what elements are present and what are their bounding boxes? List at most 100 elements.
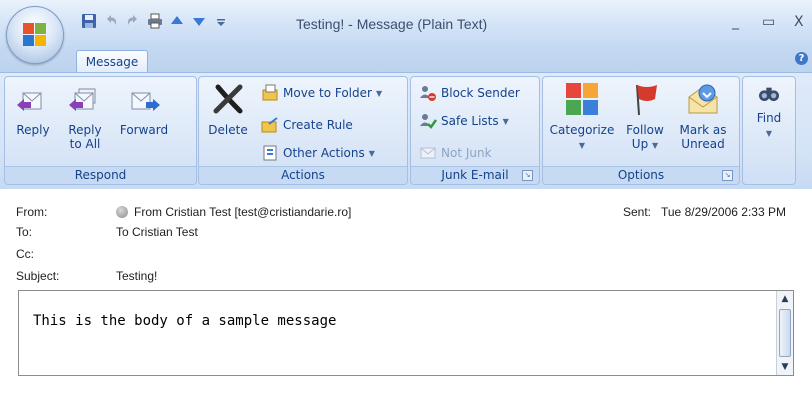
dialog-launcher-icon[interactable]: ↘ <box>722 170 733 181</box>
find-button[interactable]: Find ▼ <box>745 81 793 141</box>
chevron-down-icon: ▼ <box>578 141 586 150</box>
redo-icon[interactable] <box>124 12 142 30</box>
close-button[interactable]: X <box>794 14 804 30</box>
print-icon[interactable] <box>146 12 164 30</box>
binoculars-icon <box>759 87 779 101</box>
group-respond: Reply Reply to All Forward Respond <box>4 76 197 185</box>
sent-label: Sent: <box>623 205 652 219</box>
tab-message[interactable]: Message <box>76 50 148 73</box>
other-actions-icon <box>263 145 277 161</box>
categorize-label: Categorize <box>549 123 615 137</box>
save-icon[interactable] <box>80 12 98 30</box>
move-to-folder-label: Move to Folder <box>283 86 372 100</box>
create-rule-button[interactable]: Create Rule <box>261 115 353 135</box>
categorize-button[interactable]: Categorize ▼ <box>549 81 615 153</box>
scroll-down-icon[interactable]: ▼ <box>777 359 793 375</box>
group-actions: Delete Move to Folder ▼ Create Rule Othe… <box>198 76 408 185</box>
reply-all-icon <box>69 88 96 111</box>
follow-up-label-2: Up <box>631 137 649 151</box>
message-header: From: From Cristian Test [test@cristiand… <box>0 189 812 289</box>
presence-icon <box>116 206 128 218</box>
safe-lists-icon <box>420 114 437 129</box>
not-junk-icon <box>420 147 436 159</box>
ribbon-tab-strip: Message ? <box>0 46 812 73</box>
cc-label: Cc: <box>16 247 34 261</box>
from-field[interactable]: From Cristian Test [test@cristiandarie.r… <box>116 205 351 219</box>
minimize-button[interactable]: _ <box>732 14 739 30</box>
group-options-label: Options <box>543 166 739 184</box>
title-bar: Testing! - Message (Plain Text) _ ▭ X <box>0 0 812 46</box>
quick-access-toolbar <box>80 10 230 32</box>
to-label: To: <box>16 225 33 239</box>
block-sender-label: Block Sender <box>441 86 520 100</box>
message-body[interactable]: This is the body of a sample message ▲ ▼ <box>18 290 794 376</box>
reply-all-label-2: to All <box>69 137 101 151</box>
forward-label: Forward <box>119 123 169 137</box>
reply-all-label-1: Reply <box>68 123 102 137</box>
ribbon: Reply Reply to All Forward Respond Delet… <box>0 72 812 190</box>
move-to-folder-button[interactable]: Move to Folder ▼ <box>261 83 382 103</box>
follow-up-flag-icon <box>636 84 657 116</box>
dialog-launcher-icon[interactable]: ↘ <box>522 170 533 181</box>
create-rule-icon <box>261 117 278 133</box>
undo-icon[interactable] <box>102 12 120 30</box>
group-junk-email-label: Junk E-mail <box>411 166 539 184</box>
reply-all-button[interactable]: Reply to All <box>61 81 109 151</box>
maximize-button[interactable]: ▭ <box>762 14 775 30</box>
group-options: Categorize ▼ Follow Up ▼ Mark as Unread … <box>542 76 740 185</box>
safe-lists-label: Safe Lists <box>441 114 499 128</box>
scroll-up-icon[interactable]: ▲ <box>777 291 793 307</box>
chevron-down-icon: ▼ <box>375 88 383 98</box>
mark-as-unread-button[interactable]: Mark as Unread <box>675 81 731 151</box>
office-button[interactable] <box>6 6 64 64</box>
chevron-down-icon: ▼ <box>765 129 773 138</box>
chevron-down-icon: ▼ <box>652 141 659 150</box>
follow-up-button[interactable]: Follow Up ▼ <box>623 81 667 153</box>
office-logo-icon <box>23 23 47 47</box>
to-value[interactable]: To Cristian Test <box>116 225 198 239</box>
delete-button[interactable]: Delete <box>203 81 253 137</box>
delete-label: Delete <box>208 123 248 137</box>
bottom-strip <box>0 376 812 394</box>
reply-label: Reply <box>16 123 50 137</box>
subject-value: Testing! <box>116 269 158 283</box>
reply-icon <box>17 92 42 111</box>
chevron-down-icon: ▼ <box>368 148 375 158</box>
mark-as-unread-label-1: Mark as <box>679 123 727 137</box>
chevron-down-icon: ▼ <box>502 116 509 126</box>
categorize-icon <box>566 83 598 115</box>
mark-as-unread-label-2: Unread <box>681 137 725 151</box>
follow-up-label-1: Follow <box>626 123 664 137</box>
reply-button[interactable]: Reply <box>11 81 55 137</box>
not-junk-button[interactable]: Not Junk <box>419 143 492 163</box>
group-actions-label: Actions <box>199 166 407 184</box>
vertical-scrollbar[interactable]: ▲ ▼ <box>776 291 793 375</box>
help-icon[interactable]: ? <box>795 52 808 65</box>
subject-label: Subject: <box>16 269 60 283</box>
window-title: Testing! - Message (Plain Text) <box>296 16 488 32</box>
from-value: From Cristian Test [test@cristiandarie.r… <box>134 205 352 219</box>
from-label: From: <box>16 205 48 219</box>
next-icon[interactable] <box>190 12 208 30</box>
delete-icon <box>213 84 243 114</box>
mark-as-unread-icon <box>688 84 718 114</box>
safe-lists-button[interactable]: Safe Lists ▼ <box>419 111 509 131</box>
group-find: Find ▼ <box>742 76 796 185</box>
block-sender-button[interactable]: Block Sender <box>419 83 520 103</box>
other-actions-label: Other Actions <box>283 146 365 160</box>
previous-icon[interactable] <box>168 12 186 30</box>
create-rule-label: Create Rule <box>283 118 353 132</box>
move-to-folder-icon <box>262 84 278 101</box>
other-actions-button[interactable]: Other Actions ▼ <box>261 143 375 163</box>
forward-button[interactable]: Forward <box>115 81 173 137</box>
forward-icon <box>131 92 160 111</box>
find-label: Find <box>756 111 782 125</box>
not-junk-label: Not Junk <box>441 146 492 160</box>
block-sender-icon <box>420 86 436 101</box>
sent-value: Tue 8/29/2006 2:33 PM <box>661 205 786 219</box>
customize-qat-icon[interactable] <box>212 12 230 30</box>
message-body-text: This is the body of a sample message <box>33 313 337 329</box>
group-respond-label: Respond <box>5 166 196 184</box>
group-junk-email: Block Sender Safe Lists ▼ Not Junk Junk … <box>410 76 540 185</box>
scroll-thumb[interactable] <box>779 309 791 357</box>
